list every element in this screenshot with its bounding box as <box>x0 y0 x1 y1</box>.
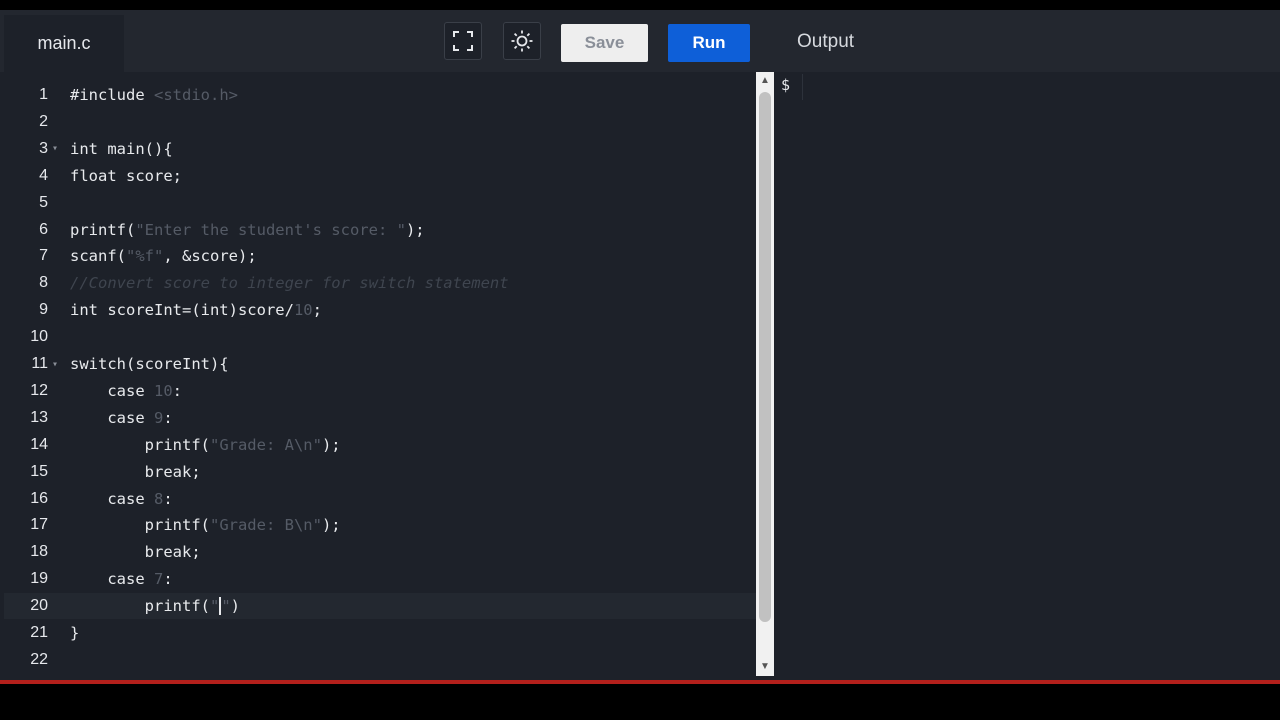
code-line[interactable]: 11 ▾ switch(scoreInt){ <box>4 351 756 377</box>
sun-icon <box>511 30 533 52</box>
scroll-down-arrow-icon[interactable]: ▼ <box>760 662 770 672</box>
output-divider <box>802 74 803 100</box>
line-number: 6 <box>39 220 48 238</box>
code-text[interactable]: int scoreInt=(int)score/10; <box>62 301 322 319</box>
code-line[interactable]: 15 break; <box>4 459 756 485</box>
code-line[interactable]: 12 case 10: <box>4 378 756 404</box>
code-text[interactable]: float score; <box>62 167 182 185</box>
editor-scrollbar[interactable]: ▲ ▼ <box>756 72 774 676</box>
expand-icon <box>453 31 473 51</box>
code-text[interactable]: case 9: <box>62 409 172 427</box>
code-text[interactable]: printf("Grade: B\n"); <box>62 516 341 534</box>
line-number: 17 <box>30 516 48 534</box>
run-button[interactable]: Run <box>668 24 750 62</box>
code-text[interactable]: int main(){ <box>62 140 173 158</box>
line-number: 22 <box>30 650 48 668</box>
line-number: 7 <box>39 247 48 265</box>
code-text[interactable]: case 10: <box>62 382 182 400</box>
scrollbar-thumb[interactable] <box>759 92 771 622</box>
line-number: 14 <box>30 435 48 453</box>
line-number: 9 <box>39 301 48 319</box>
code-text[interactable]: //Convert score to integer for switch st… <box>62 274 509 292</box>
code-line[interactable]: 16 case 8: <box>4 486 756 512</box>
code-text[interactable]: } <box>62 624 79 642</box>
code-line[interactable]: 2 <box>4 109 756 135</box>
code-line[interactable]: 8 //Convert score to integer for switch s… <box>4 270 756 296</box>
code-line[interactable]: 18 break; <box>4 539 756 565</box>
line-number: 2 <box>39 112 48 130</box>
code-text[interactable]: break; <box>62 463 201 481</box>
code-line[interactable]: 19 case 7: <box>4 566 756 592</box>
line-number: 12 <box>30 381 48 399</box>
line-number: 1 <box>39 86 48 103</box>
terminal-prompt: $ <box>781 76 791 94</box>
line-number: 21 <box>30 624 48 641</box>
output-title: Output <box>797 31 855 52</box>
line-number: 13 <box>30 408 48 426</box>
line-number: 3 <box>39 139 48 157</box>
line-number: 20 <box>30 597 48 615</box>
code-line[interactable]: 9 int scoreInt=(int)score/10; <box>4 297 756 323</box>
code-text[interactable]: case 7: <box>62 570 172 588</box>
line-number: 4 <box>39 166 48 184</box>
progress-bar <box>0 680 1280 684</box>
code-line[interactable]: 4 float score; <box>4 163 756 189</box>
fold-arrow-icon[interactable]: ▾ <box>48 359 62 370</box>
code-text[interactable]: printf(" ") <box>62 597 240 616</box>
code-line[interactable]: 14 printf("Grade: A\n"); <box>4 432 756 458</box>
code-editor[interactable]: 1 #include <stdio.h> 2 3 ▾ int main(){4 float … <box>4 72 756 676</box>
save-button[interactable]: Save <box>561 24 648 62</box>
code-line[interactable]: 6 printf("Enter the student's score: "); <box>4 217 756 243</box>
line-number: 18 <box>30 543 48 561</box>
line-number: 10 <box>30 328 48 346</box>
output-panel[interactable]: $ <box>774 72 1280 680</box>
code-text[interactable]: printf("Enter the student's score: "); <box>62 221 425 239</box>
code-text[interactable]: switch(scoreInt){ <box>62 355 229 373</box>
code-text[interactable]: #include <stdio.h> <box>62 86 238 104</box>
tab-main-c[interactable]: main.c <box>4 15 124 72</box>
code-text[interactable]: case 8: <box>62 490 172 508</box>
code-line[interactable]: 3 ▾ int main(){ <box>4 136 756 162</box>
line-number: 5 <box>39 193 48 211</box>
code-playground: main.c Save Run Output 1 #include <stdio.… <box>0 10 1280 680</box>
code-line[interactable]: 10 <box>4 324 756 350</box>
line-number: 8 <box>39 274 48 292</box>
scroll-up-arrow-icon[interactable]: ▲ <box>760 76 770 86</box>
code-text[interactable]: scanf("%f", &score); <box>62 247 257 265</box>
line-number: 19 <box>30 570 48 588</box>
line-number: 11 <box>31 355 48 372</box>
line-number: 15 <box>30 462 48 480</box>
code-line[interactable]: 1 #include <stdio.h> <box>4 82 756 108</box>
code-text[interactable]: break; <box>62 543 201 561</box>
code-line[interactable]: 7 scanf("%f", &score); <box>4 243 756 269</box>
line-number: 16 <box>30 489 48 507</box>
code-line[interactable]: 13 case 9: <box>4 405 756 431</box>
theme-toggle-button[interactable] <box>503 22 541 60</box>
fullscreen-button[interactable] <box>444 22 482 60</box>
code-line[interactable]: 20 printf(" ") <box>4 593 756 620</box>
code-line[interactable]: 21} <box>4 620 756 646</box>
code-line[interactable]: 17 printf("Grade: B\n"); <box>4 512 756 538</box>
fold-arrow-icon[interactable]: ▾ <box>48 143 62 154</box>
code-line[interactable]: 22 <box>4 647 756 673</box>
code-line[interactable]: 5 <box>4 190 756 216</box>
code-text[interactable]: printf("Grade: A\n"); <box>62 436 341 454</box>
toolbar: main.c Save Run Output <box>0 10 1280 72</box>
